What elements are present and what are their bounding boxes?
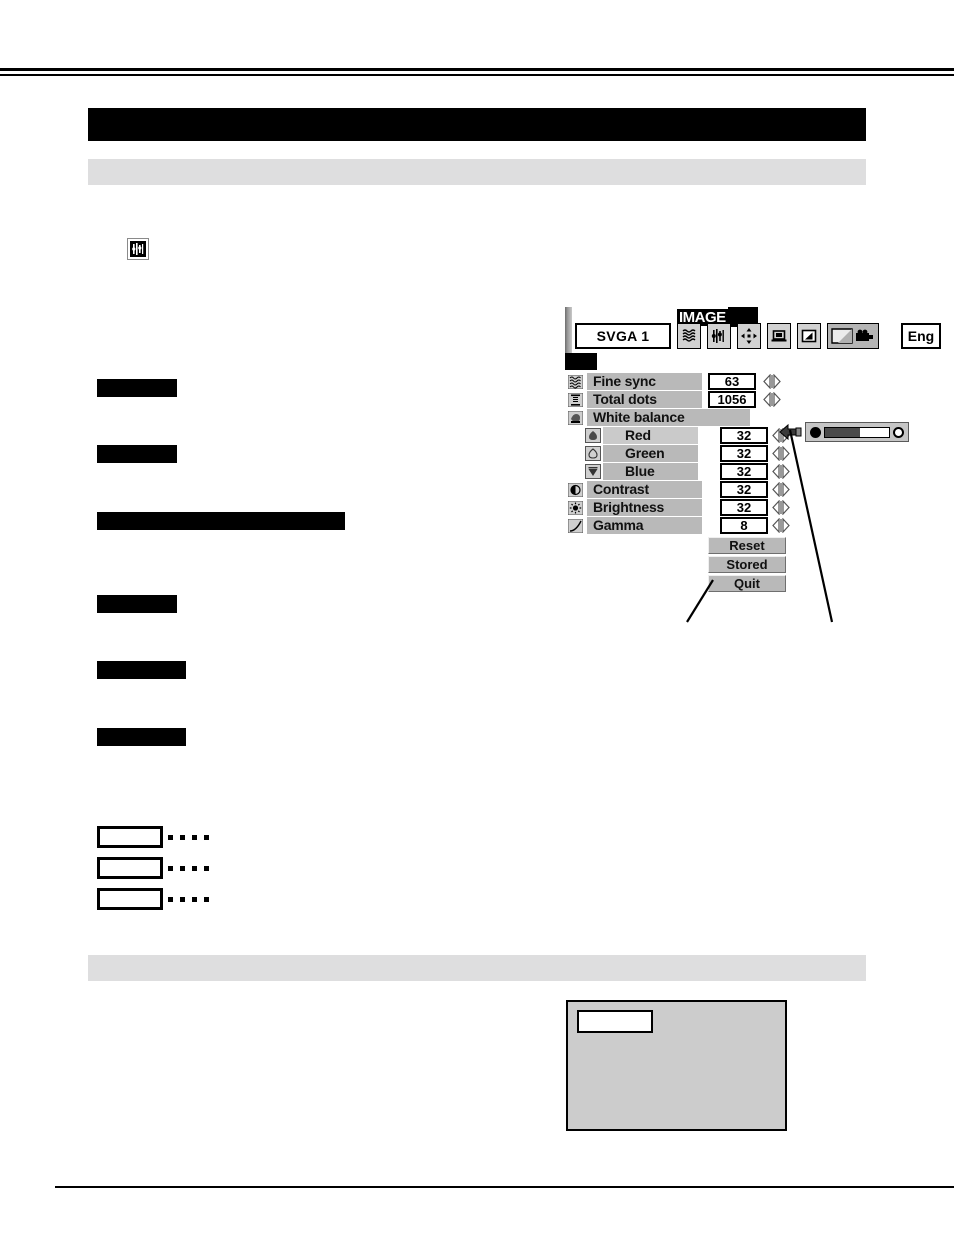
tracking-icon[interactable] <box>707 323 731 349</box>
blue-icon <box>585 464 601 479</box>
body-redaction-3 <box>97 512 345 530</box>
body-redaction-5 <box>97 661 186 679</box>
gamma-icon <box>565 518 585 534</box>
position-icon[interactable] <box>737 323 761 349</box>
page-title-redaction <box>88 108 866 141</box>
legend-box-3 <box>97 888 163 910</box>
pc-adjust-icon[interactable] <box>797 323 821 349</box>
value-total-dots[interactable]: 1056 <box>708 391 756 408</box>
language-button[interactable]: Eng <box>901 323 941 349</box>
illustration-panel <box>566 1000 787 1131</box>
legend-box-2 <box>97 857 163 879</box>
osd-toolbar: SVGA 1 Eng <box>575 323 941 349</box>
illustration-inner-box <box>577 1010 653 1033</box>
contrast-icon <box>565 482 585 498</box>
source-display[interactable]: SVGA 1 <box>575 323 671 349</box>
legend-dots-2 <box>168 866 209 871</box>
white-balance-icon <box>565 410 585 426</box>
top-rule-thick <box>0 68 954 71</box>
image-adjust-icon[interactable] <box>827 323 879 349</box>
body-redaction-6 <box>97 728 186 746</box>
tracking-icon <box>127 238 149 260</box>
osd-subtitle-redaction <box>565 353 597 370</box>
legend-box-1 <box>97 826 163 848</box>
legend-dots-1 <box>168 835 209 840</box>
body-redaction-2 <box>97 445 177 463</box>
legend-dots-3 <box>168 897 209 902</box>
section-header-band-2 <box>88 955 866 981</box>
stepper-fine-sync[interactable] <box>761 373 783 390</box>
body-redaction-4 <box>97 595 177 613</box>
brightness-icon <box>565 500 585 516</box>
top-rule-thin <box>0 74 954 76</box>
osd-row-label: Fine sync <box>587 373 702 390</box>
green-icon <box>585 446 601 461</box>
red-icon <box>585 428 601 443</box>
value-fine-sync[interactable]: 63 <box>708 373 756 390</box>
tracking-icon-glyph <box>130 241 146 257</box>
body-redaction-1 <box>97 379 177 397</box>
osd-left-scrollbar <box>565 307 572 355</box>
system-icon[interactable] <box>677 323 701 349</box>
osd-row-label: Total dots <box>587 391 702 408</box>
total-dots-icon <box>565 392 585 408</box>
fine-sync-icon <box>565 374 585 390</box>
manual-page: IMAGE SVGA 1 Eng Fine sync Total dots Wh… <box>0 0 954 1235</box>
screen-icon[interactable] <box>767 323 791 349</box>
callout-leader-lines <box>686 429 834 623</box>
section-header-band <box>88 159 866 185</box>
stepper-total-dots[interactable] <box>761 391 783 408</box>
footer-rule <box>55 1186 954 1188</box>
